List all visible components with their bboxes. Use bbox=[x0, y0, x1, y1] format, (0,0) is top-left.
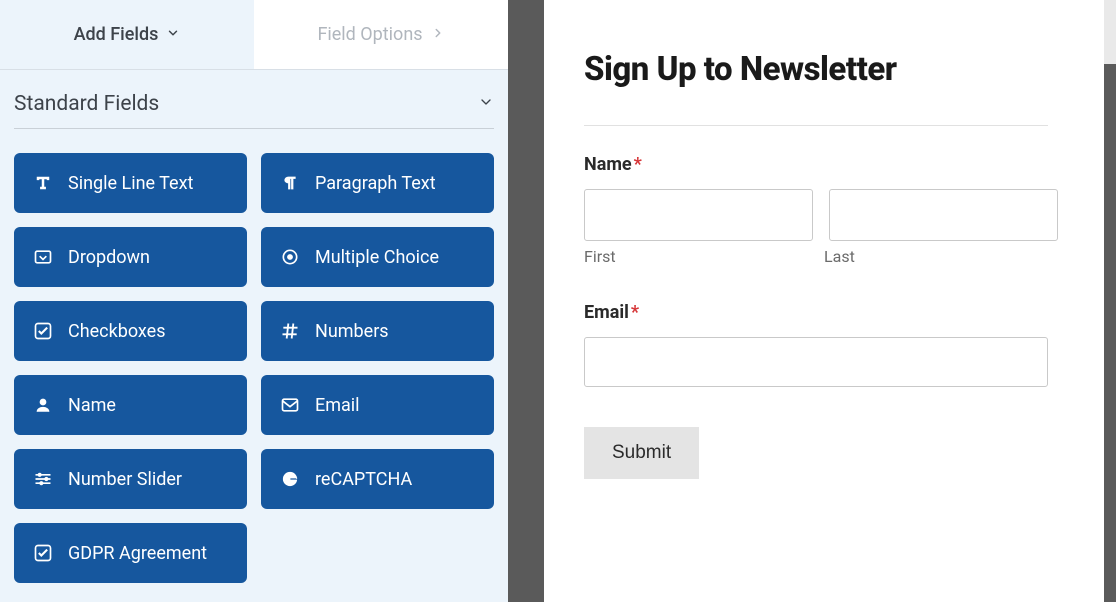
field-label: Name bbox=[68, 395, 116, 416]
email-input[interactable] bbox=[584, 337, 1048, 387]
field-single-line-text[interactable]: Single Line Text bbox=[14, 153, 247, 213]
field-label: Number Slider bbox=[68, 469, 182, 490]
tabs-row: Add Fields Field Options bbox=[0, 0, 508, 70]
tab-add-fields-label: Add Fields bbox=[74, 24, 159, 45]
field-label: Dropdown bbox=[68, 247, 150, 268]
hash-icon bbox=[279, 320, 301, 342]
name-sublabels: First Last bbox=[584, 247, 1048, 266]
field-label: GDPR Agreement bbox=[68, 543, 207, 564]
email-label-text: Email bbox=[584, 302, 629, 323]
field-label: Single Line Text bbox=[68, 173, 193, 194]
chevron-down-icon bbox=[478, 92, 494, 116]
envelope-icon bbox=[279, 394, 301, 416]
chevron-down-icon bbox=[166, 24, 180, 45]
radio-icon bbox=[279, 246, 301, 268]
field-label: Multiple Choice bbox=[315, 247, 439, 268]
field-label: Email bbox=[315, 395, 360, 416]
checkbox-icon bbox=[32, 542, 54, 564]
name-label-text: Name bbox=[584, 154, 632, 175]
checkbox-icon bbox=[32, 320, 54, 342]
chevron-right-icon bbox=[431, 24, 445, 45]
fields-grid: Single Line Text Paragraph Text Dropdown… bbox=[0, 129, 508, 597]
form-title: Sign Up to Newsletter bbox=[584, 50, 1048, 89]
email-label: Email* bbox=[584, 302, 1048, 323]
field-name[interactable]: Name bbox=[14, 375, 247, 435]
field-label: Numbers bbox=[315, 321, 389, 342]
field-label: Checkboxes bbox=[68, 321, 166, 342]
field-numbers[interactable]: Numbers bbox=[261, 301, 494, 361]
user-icon bbox=[32, 394, 54, 416]
right-edge-strip bbox=[1104, 0, 1116, 64]
field-multiple-choice[interactable]: Multiple Choice bbox=[261, 227, 494, 287]
field-number-slider[interactable]: Number Slider bbox=[14, 449, 247, 509]
field-paragraph-text[interactable]: Paragraph Text bbox=[261, 153, 494, 213]
first-sublabel: First bbox=[584, 247, 808, 266]
paragraph-icon bbox=[279, 172, 301, 194]
field-email[interactable]: Email bbox=[261, 375, 494, 435]
tab-add-fields[interactable]: Add Fields bbox=[0, 0, 254, 69]
sliders-icon bbox=[32, 468, 54, 490]
required-mark: * bbox=[631, 302, 639, 323]
form-preview: Sign Up to Newsletter Name* First Last E… bbox=[544, 0, 1104, 602]
field-dropdown[interactable]: Dropdown bbox=[14, 227, 247, 287]
field-label: Paragraph Text bbox=[315, 173, 436, 194]
last-sublabel: Last bbox=[824, 247, 1048, 266]
tab-field-options-label: Field Options bbox=[317, 24, 422, 45]
field-recaptcha[interactable]: reCAPTCHA bbox=[261, 449, 494, 509]
tab-field-options[interactable]: Field Options bbox=[254, 0, 508, 69]
field-checkboxes[interactable]: Checkboxes bbox=[14, 301, 247, 361]
first-name-input[interactable] bbox=[584, 189, 813, 241]
text-icon bbox=[32, 172, 54, 194]
name-label: Name* bbox=[584, 154, 1048, 175]
required-mark: * bbox=[634, 154, 642, 175]
submit-button[interactable]: Submit bbox=[584, 427, 699, 479]
google-icon bbox=[279, 468, 301, 490]
field-label: reCAPTCHA bbox=[315, 469, 412, 490]
divider bbox=[584, 125, 1048, 126]
sidebar: Add Fields Field Options Standard Fields… bbox=[0, 0, 508, 602]
name-row bbox=[584, 189, 1048, 241]
last-name-input[interactable] bbox=[829, 189, 1058, 241]
section-title: Standard Fields bbox=[14, 92, 159, 116]
field-gdpr[interactable]: GDPR Agreement bbox=[14, 523, 247, 583]
section-header-standard-fields[interactable]: Standard Fields bbox=[0, 70, 508, 128]
dropdown-icon bbox=[32, 246, 54, 268]
